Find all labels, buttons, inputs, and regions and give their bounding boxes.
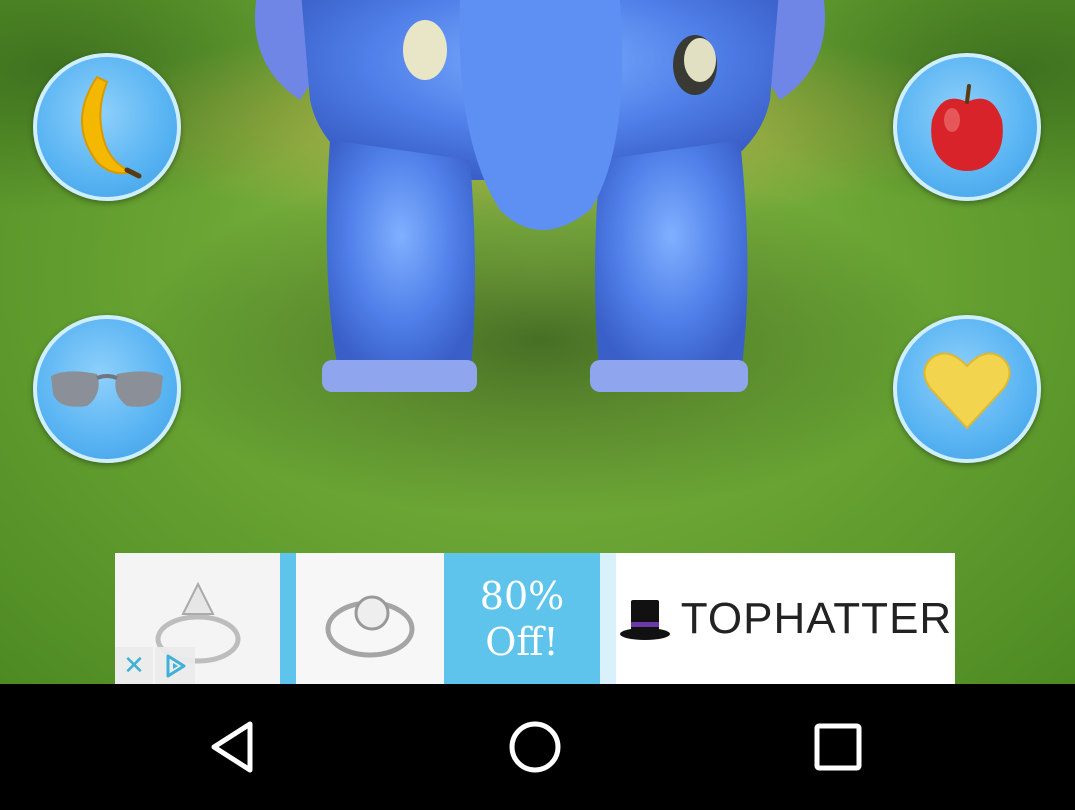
ad-brand: TOPHATTER bbox=[616, 553, 955, 684]
heart-button[interactable] bbox=[893, 315, 1041, 463]
ad-offer-text: Off! bbox=[485, 619, 559, 664]
elephant-character[interactable] bbox=[240, 0, 840, 420]
ad-choices-icon bbox=[166, 654, 186, 677]
ad-divider-light bbox=[600, 553, 616, 684]
close-icon: ✕ bbox=[123, 650, 145, 681]
ad-divider bbox=[280, 553, 296, 684]
top-hat-icon bbox=[619, 599, 670, 640]
ad-offer: 80% Off! bbox=[444, 553, 600, 684]
home-circle-icon bbox=[509, 721, 561, 773]
sunglasses-icon bbox=[51, 371, 163, 407]
ad-banner[interactable]: 80% Off! TOPHATTER bbox=[115, 553, 955, 684]
ad-choices-button[interactable] bbox=[155, 647, 195, 684]
heart-icon bbox=[923, 352, 1011, 430]
android-nav-bar bbox=[0, 684, 1075, 810]
apple-icon bbox=[931, 83, 1003, 171]
back-button[interactable] bbox=[198, 714, 268, 780]
game-scene[interactable]: 80% Off! TOPHATTER ✕ bbox=[0, 0, 1075, 684]
recents-button[interactable] bbox=[803, 714, 873, 780]
sunglasses-button[interactable] bbox=[33, 315, 181, 463]
ad-brand-name: TOPHATTER bbox=[680, 593, 953, 643]
ad-offer-percent: 80% bbox=[479, 573, 565, 618]
banana-icon bbox=[81, 75, 142, 179]
back-triangle-icon bbox=[211, 721, 253, 773]
apple-button[interactable] bbox=[893, 53, 1041, 201]
ad-close-button[interactable]: ✕ bbox=[115, 647, 153, 684]
banana-button[interactable] bbox=[33, 53, 181, 201]
ad-ring-image-2 bbox=[296, 553, 444, 684]
recents-square-icon bbox=[814, 723, 862, 771]
home-button[interactable] bbox=[500, 714, 570, 780]
